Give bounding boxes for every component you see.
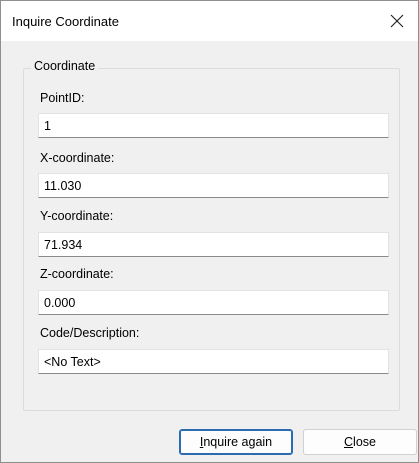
inquire-coordinate-dialog: Inquire Coordinate Coordinate PointID: X…	[0, 0, 419, 463]
point-id-label: PointID:	[40, 91, 85, 105]
close-button[interactable]: Close	[303, 429, 417, 455]
coordinate-group-label: Coordinate	[31, 59, 99, 73]
title-bar: Inquire Coordinate	[1, 1, 418, 41]
close-label: lose	[353, 435, 376, 449]
dialog-title: Inquire Coordinate	[12, 14, 119, 29]
inquire-again-label: nquire again	[203, 435, 273, 449]
y-coordinate-label: Y-coordinate:	[40, 209, 114, 223]
inquire-again-button[interactable]: Inquire again	[179, 429, 293, 455]
z-coordinate-field[interactable]	[38, 290, 389, 315]
z-coordinate-label: Z-coordinate:	[40, 267, 114, 281]
y-coordinate-field[interactable]	[38, 232, 389, 257]
x-coordinate-label: X-coordinate:	[40, 151, 115, 165]
x-coordinate-field[interactable]	[38, 173, 389, 198]
code-description-label: Code/Description:	[40, 326, 140, 340]
close-mnemonic: C	[344, 435, 354, 449]
close-window-button[interactable]	[378, 1, 418, 41]
close-icon	[390, 14, 404, 28]
point-id-field[interactable]	[38, 113, 389, 138]
code-description-field[interactable]	[38, 349, 389, 374]
